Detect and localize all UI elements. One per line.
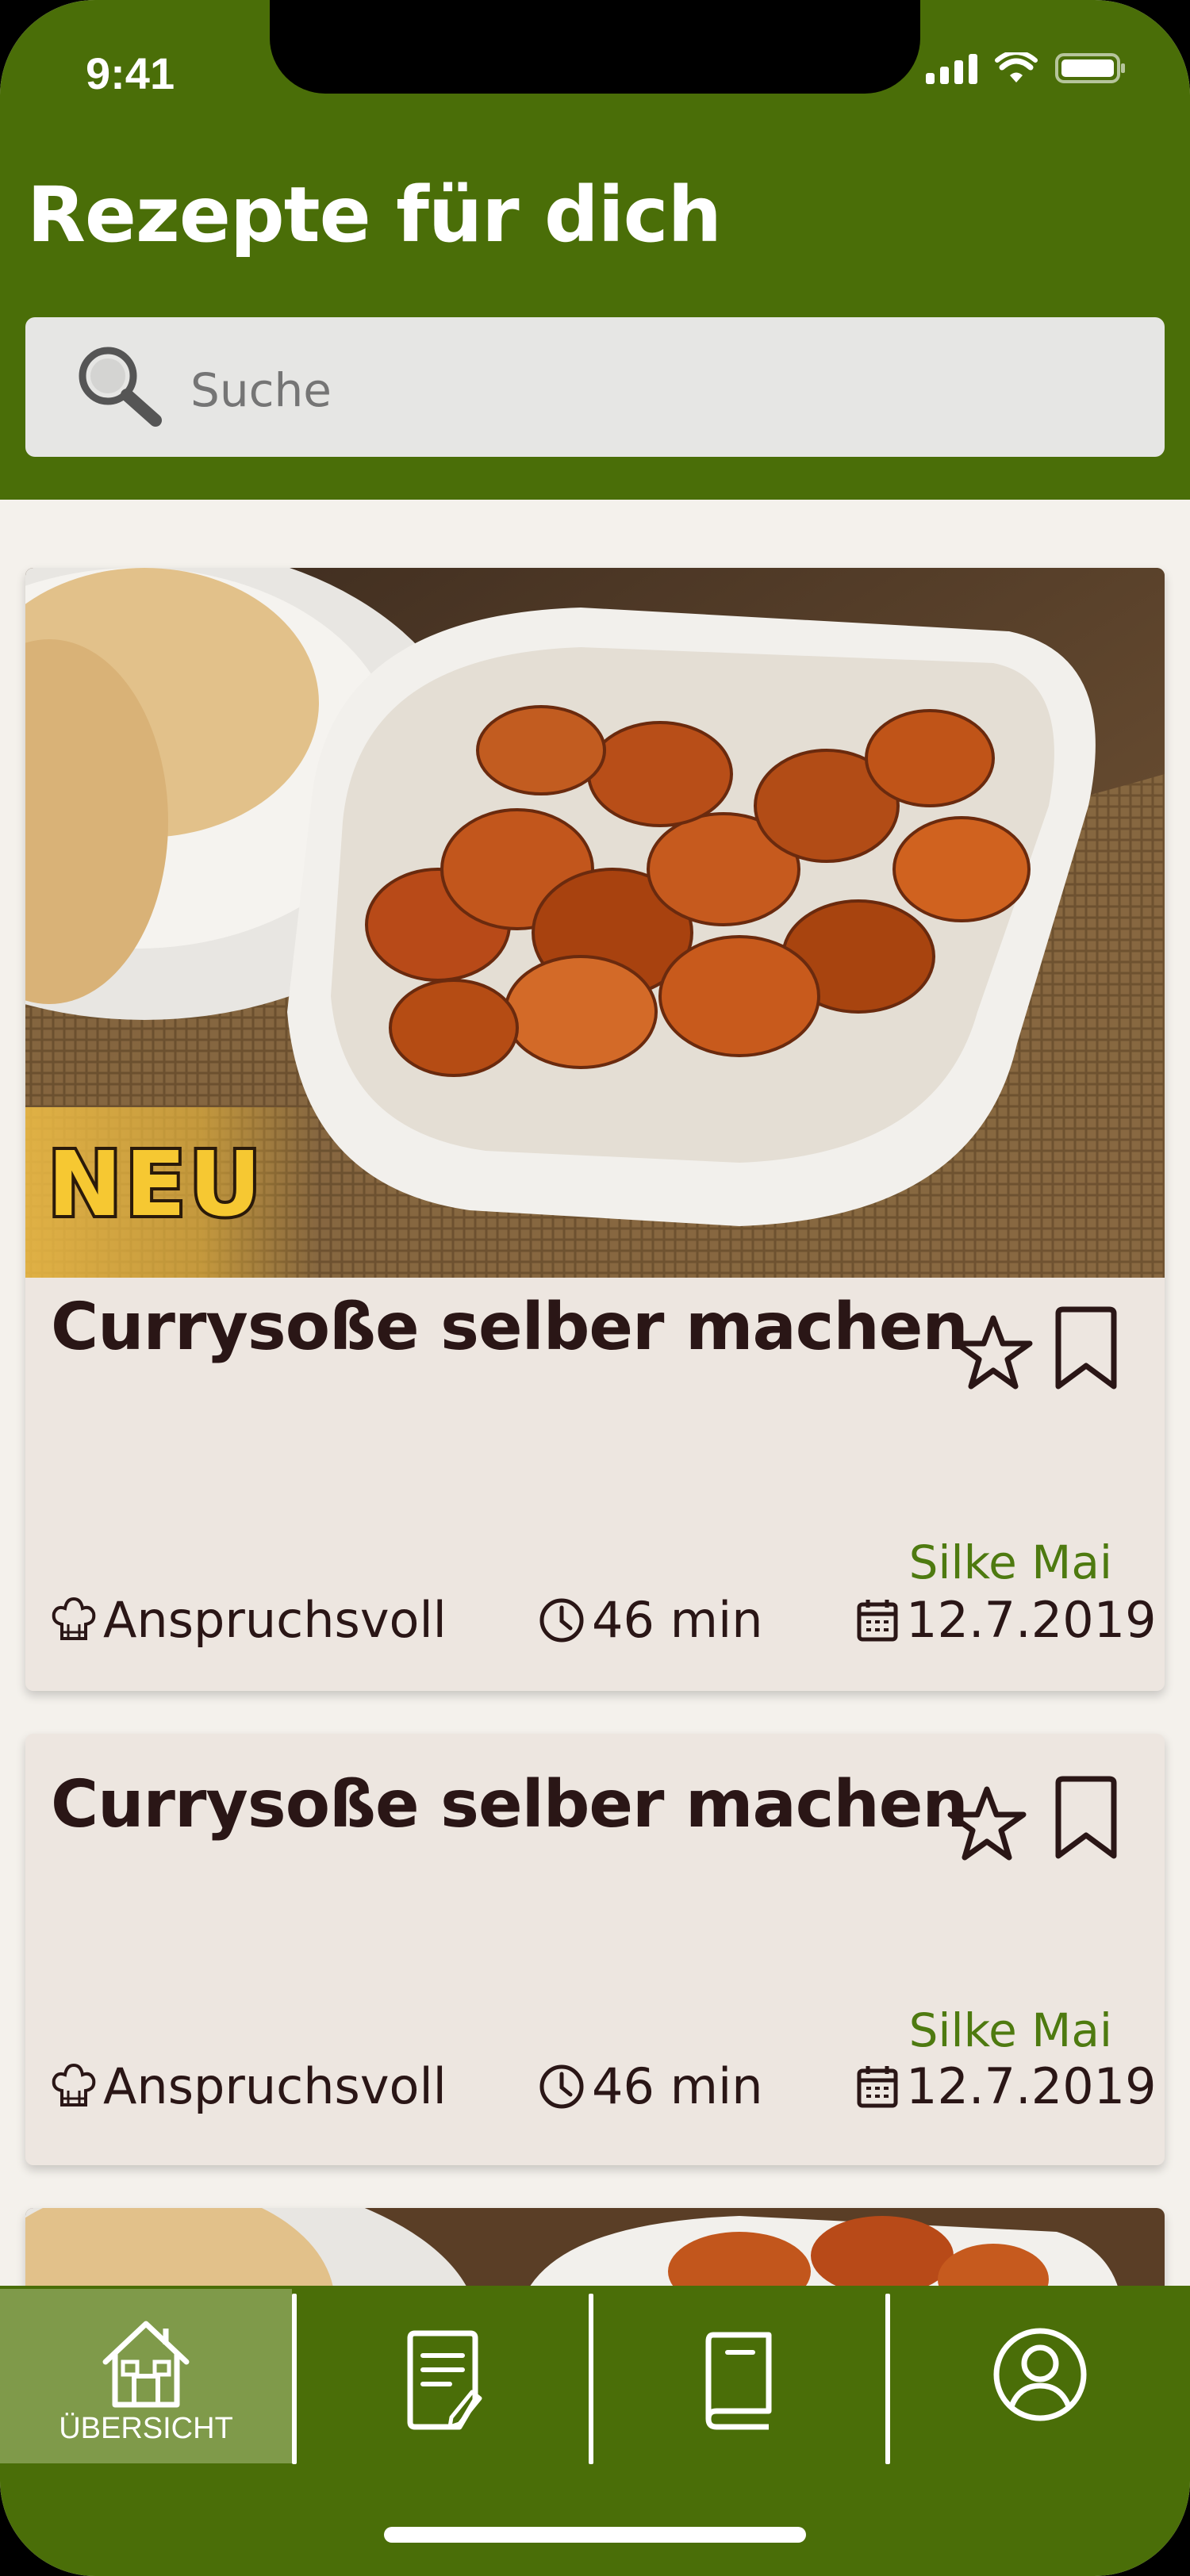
home-indicator[interactable] [384,2527,806,2543]
date-label: 12.7.2019 [906,2057,1157,2115]
recipe-meta: Anspruchsvoll 46 min 12.7.2019 [25,2057,1165,2121]
search-input[interactable] [190,363,1063,417]
recipe-meta: Anspruchsvoll 46 min 12.7.2019 [25,1591,1165,1654]
duration-label: 46 min [592,2057,763,2115]
header: 9:41 Rezepte für dich [0,0,1190,500]
date-label: 12.7.2019 [906,1591,1157,1649]
duration: 46 min [538,2057,763,2115]
tab-overview-label: ÜBERSICHT [59,2412,233,2445]
home-icon [102,2321,190,2408]
chef-hat-icon [52,2063,96,2106]
clock-icon [539,2064,584,2108]
recipe-author[interactable]: Silke Mai [909,2003,1112,2057]
date: 12.7.2019 [855,2057,1157,2115]
recipe-card[interactable]: NEU Currysoße selber machen Silke Mai An… [25,568,1165,1691]
recipe-author[interactable]: Silke Mai [909,1535,1112,1589]
tab-profile[interactable] [890,2289,1190,2463]
recipe-note-icon [407,2330,482,2430]
cookbook-icon [705,2332,772,2430]
date: 12.7.2019 [855,1591,1157,1649]
star-icon[interactable] [952,1313,1035,1391]
difficulty-label: Anspruchsvoll [103,2057,447,2115]
tab-overview[interactable]: ÜBERSICHT [0,2289,292,2463]
battery-icon [1055,53,1125,83]
tab-recipes[interactable] [297,2289,589,2463]
calendar-icon [857,2065,898,2107]
wifi-icon [995,52,1038,82]
status-icons [926,52,1127,84]
bookmark-icon[interactable] [1049,1775,1123,1862]
status-time: 9:41 [86,48,175,98]
app-screen: 9:41 Rezepte für dich Suche NEU Currysoß… [0,0,1190,2576]
search-bar[interactable] [25,317,1165,457]
bookmark-icon[interactable] [1049,1305,1123,1393]
difficulty: Anspruchsvoll [51,2057,447,2115]
new-badge-label: NEU [44,1130,265,1240]
tab-cookbook[interactable] [593,2289,885,2463]
chef-hat-icon [52,1597,96,1640]
search-icon [79,347,162,427]
cellular-signal-icon [926,52,977,84]
profile-icon [993,2328,1087,2421]
duration-label: 46 min [592,1591,763,1649]
difficulty-label: Anspruchsvoll [103,1591,447,1649]
recipe-image[interactable]: NEU [25,568,1165,1278]
difficulty: Anspruchsvoll [51,1591,447,1649]
recipe-title[interactable]: Currysoße selber machen [51,1290,969,1365]
duration: 46 min [538,1591,763,1649]
device-notch [270,0,920,94]
recipe-title[interactable]: Currysoße selber machen [51,1767,969,1842]
star-icon[interactable] [946,1784,1028,1862]
page-title: Rezepte für dich [27,171,722,259]
calendar-icon [857,1599,898,1641]
recipe-card[interactable]: Currysoße selber machen Silke Mai Anspru… [25,1734,1165,2165]
clock-icon [539,1598,584,1642]
